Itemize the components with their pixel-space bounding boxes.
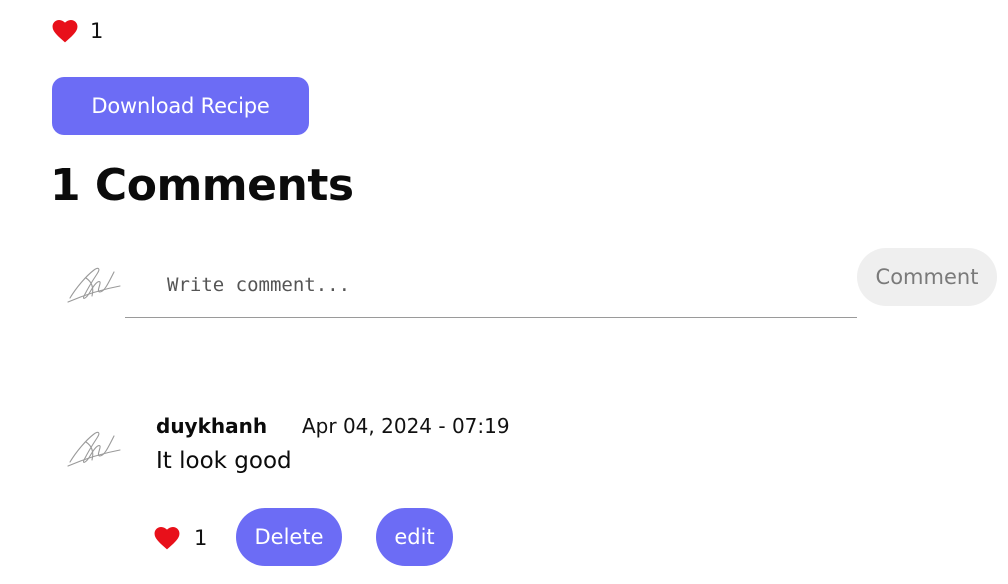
- download-recipe-button[interactable]: Download Recipe: [52, 77, 309, 135]
- recipe-like-count: 1: [90, 19, 104, 43]
- heart-icon[interactable]: [52, 19, 78, 43]
- comment-input[interactable]: [125, 252, 857, 318]
- recipe-like-row: 1: [52, 18, 103, 44]
- comment-like-count: 1: [194, 526, 208, 550]
- edit-comment-button[interactable]: edit: [376, 508, 453, 566]
- current-user-avatar: [64, 258, 128, 314]
- comment-author: duykhanh: [156, 414, 268, 438]
- recipe-comments-page: 1 Download Recipe 1 Comments Comment duy…: [0, 0, 1008, 584]
- comment-text: It look good: [156, 448, 292, 474]
- comments-title: 1 Comments: [50, 160, 354, 211]
- delete-comment-button[interactable]: Delete: [236, 508, 342, 566]
- comment-like-row: 1: [154, 525, 207, 551]
- comment-submit-button[interactable]: Comment: [857, 248, 997, 306]
- heart-icon[interactable]: [154, 526, 180, 550]
- comment-timestamp: Apr 04, 2024 - 07:19: [302, 414, 510, 438]
- comment-author-avatar: [64, 422, 128, 478]
